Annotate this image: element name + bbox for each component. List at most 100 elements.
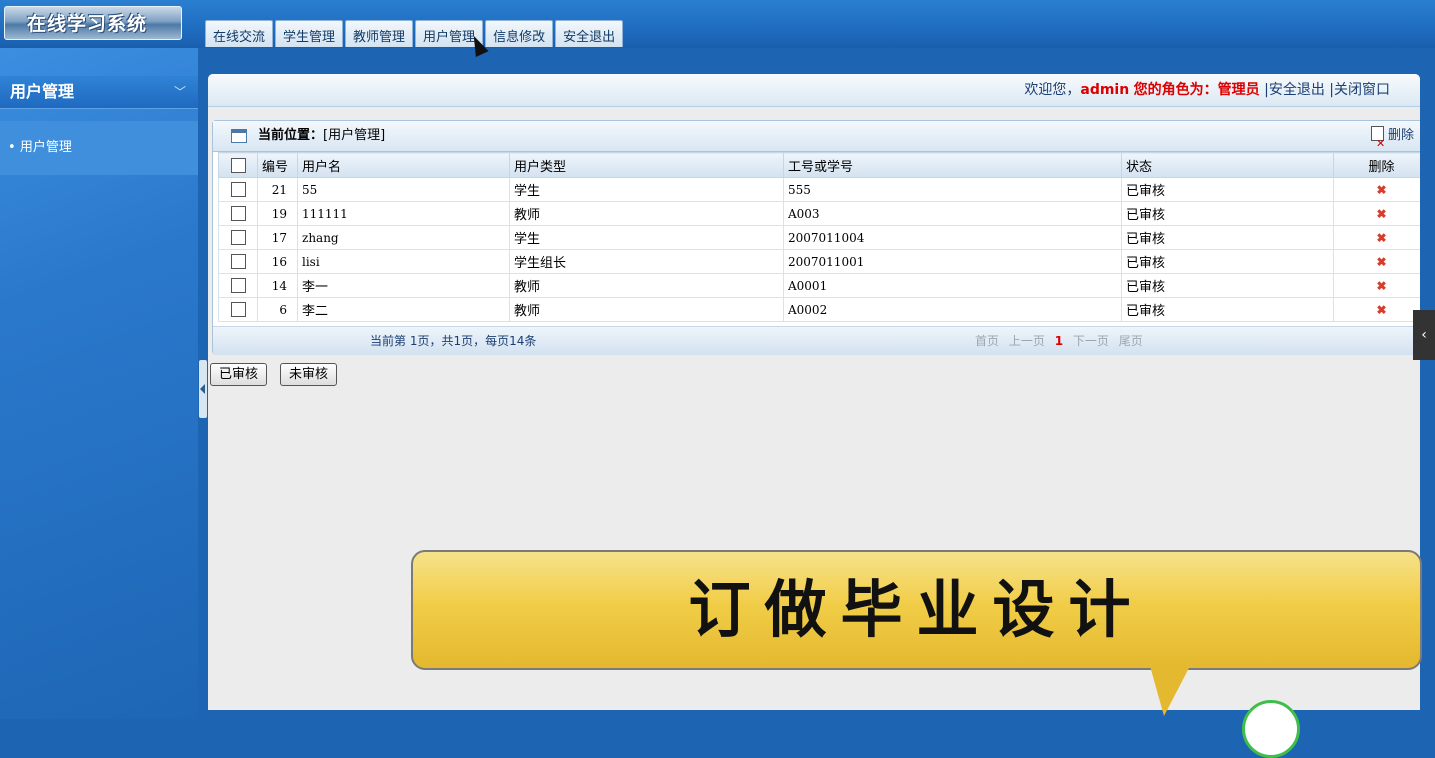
breadcrumb-value: [用户管理] [323,128,386,143]
top-nav: 在线交流 学生管理 教师管理 用户管理 信息修改 安全退出 [205,20,625,48]
cell-username: 李二 [297,297,510,322]
sidebar-item-user-management[interactable]: • 用户管理 [0,121,198,175]
delete-row-icon[interactable]: ✖ [1333,201,1420,226]
last-page-link[interactable]: 尾页 [1119,334,1143,348]
table-row: 16 lisi 学生组长 2007011001 已审核 ✖ [218,249,1420,274]
banner-pointer [1150,666,1190,716]
next-page-link[interactable]: 下一页 [1073,334,1109,348]
delete-row-icon[interactable]: ✖ [1333,273,1420,298]
cell-status: 已审核 [1121,225,1334,250]
cell-status: 已审核 [1121,273,1334,298]
cell-id: 6 [257,297,298,322]
breadcrumb: 当前位置：[用户管理] [258,121,385,151]
delete-row-icon[interactable]: ✖ [1333,225,1420,250]
cell-type: 教师 [509,297,784,322]
promo-banner: 订做毕业设计 [411,550,1422,670]
row-checkbox[interactable] [230,254,246,269]
cell-id: 14 [257,273,298,298]
sidebar-collapse-handle[interactable] [199,360,207,418]
column-header-delete: 删除 [1333,152,1420,178]
pagination-bar: 当前第 1页，共1页，每页14条 首页 上一页 1 下一页 尾页 [213,326,1420,355]
floating-widget[interactable] [1242,700,1300,758]
row-checkbox[interactable] [230,302,246,317]
row-checkbox[interactable] [230,278,246,293]
row-checkbox[interactable] [230,182,246,197]
cell-id: 16 [257,249,298,274]
delete-row-icon[interactable]: ✖ [1333,297,1420,322]
row-select-cell [218,201,258,226]
approved-filter-button[interactable]: 已审核 [210,363,268,386]
cell-number: 2007011001 [783,249,1122,274]
table-icon [231,129,247,143]
sidebar-item-label: 用户管理 [19,140,72,155]
delete-document-icon [1370,126,1385,159]
chevron-left-icon[interactable]: ‹ [1413,310,1435,360]
cell-type: 教师 [509,201,784,226]
column-header-type: 用户类型 [509,152,784,178]
logout-link[interactable]: 安全退出 [1269,82,1325,98]
pagination-info: 当前第 1页，共1页，每页14条 [370,334,537,348]
cell-status: 已审核 [1121,201,1334,226]
tab-online-chat[interactable]: 在线交流 [205,20,274,47]
row-select-cell [218,273,258,298]
cell-id: 19 [257,201,298,226]
unapproved-filter-button[interactable]: 未审核 [280,363,338,386]
content-box: 当前位置：[用户管理] 删除 编号 用户名 用户类型 工号或学号 状态 删除 [212,120,1420,355]
cell-number: A0001 [783,273,1122,298]
row-checkbox[interactable] [230,230,246,245]
cell-number: 555 [783,177,1122,202]
arrow-left-icon [200,384,205,394]
select-all-header[interactable] [218,152,258,178]
first-page-link[interactable]: 首页 [975,334,999,348]
cell-type: 学生组长 [509,249,784,274]
delete-row-icon[interactable]: ✖ [1333,177,1420,202]
table-row: 6 李二 教师 A0002 已审核 ✖ [218,297,1420,322]
chevron-down-icon[interactable]: ﹀ [164,76,186,108]
breadcrumb-label: 当前位置： [258,128,324,143]
cell-number: A003 [783,201,1122,226]
delete-row-icon[interactable]: ✖ [1333,249,1420,274]
column-header-username: 用户名 [297,152,510,178]
row-select-cell [218,225,258,250]
breadcrumb-bar: 当前位置：[用户管理] 删除 [213,121,1420,159]
select-all-checkbox[interactable] [230,157,246,173]
app-logo: 在线学习系统 [4,6,182,40]
cell-id: 21 [257,177,298,202]
bulk-delete-button[interactable]: 删除 [1370,121,1414,159]
prev-page-link[interactable]: 上一页 [1009,334,1045,348]
cell-type: 教师 [509,273,784,298]
close-window-link[interactable]: 关闭窗口 [1334,82,1390,98]
bulk-delete-label: 删除 [1387,128,1414,143]
row-checkbox[interactable] [230,206,246,221]
user-table: 编号 用户名 用户类型 工号或学号 状态 删除 21 55 学生 555 已审核… [218,152,1420,322]
cell-username: lisi [297,249,510,274]
cell-username: 55 [297,177,510,202]
row-select-cell [218,249,258,274]
welcome-bar: 欢迎您，admin 您的角色为：管理员 |安全退出 |关闭窗口 [208,74,1420,107]
pagination-links: 首页 上一页 1 下一页 尾页 [975,327,1149,355]
tab-student-management[interactable]: 学生管理 [275,20,344,47]
sidebar-title[interactable]: 用户管理 ﹀ [0,76,198,109]
row-select-cell [218,177,258,202]
column-header-status: 状态 [1121,152,1334,178]
welcome-text: 欢迎您， [1024,82,1081,98]
cell-status: 已审核 [1121,249,1334,274]
cell-status: 已审核 [1121,297,1334,322]
column-header-id: 编号 [257,152,298,178]
table-row: 14 李一 教师 A0001 已审核 ✖ [218,273,1420,298]
cell-number: 2007011004 [783,225,1122,250]
table-row: 19 111111 教师 A003 已审核 ✖ [218,201,1420,226]
table-row: 17 zhang 学生 2007011004 已审核 ✖ [218,225,1420,250]
cell-id: 17 [257,225,298,250]
sidebar: 用户管理 ﹀ • 用户管理 [0,48,198,719]
tab-info-edit[interactable]: 信息修改 [485,20,554,47]
row-select-cell [218,297,258,322]
current-user: admin [1080,82,1130,98]
tab-logout[interactable]: 安全退出 [555,20,624,47]
cell-status: 已审核 [1121,177,1334,202]
tab-teacher-management[interactable]: 教师管理 [345,20,414,47]
cell-username: zhang [297,225,510,250]
cell-type: 学生 [509,225,784,250]
cell-username: 李一 [297,273,510,298]
cell-number: A0002 [783,297,1122,322]
